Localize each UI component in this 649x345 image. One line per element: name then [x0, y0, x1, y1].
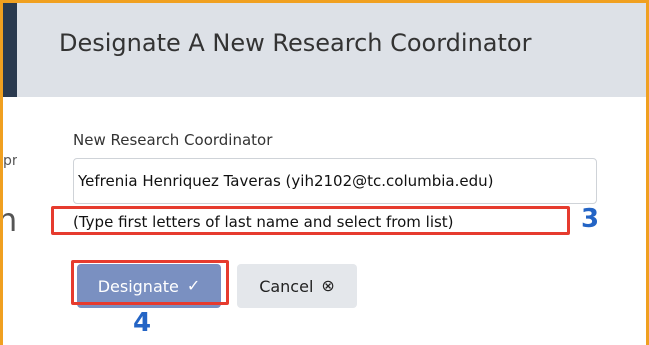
cancel-button[interactable]: Cancel ⊗ [237, 264, 357, 308]
designate-coordinator-modal: Designate A New Research Coordinator New… [17, 3, 646, 345]
coordinator-search-input[interactable] [73, 158, 597, 204]
annotation-step-4: 4 [133, 308, 152, 338]
circle-x-icon: ⊗ [321, 276, 335, 295]
cancel-button-label: Cancel [259, 276, 314, 296]
annotation-highlight-hint [51, 206, 570, 235]
background-partial-heading: na [3, 201, 17, 239]
modal-title: Designate A New Research Coordinator [59, 29, 532, 57]
background-partial-text: pr [3, 153, 17, 169]
designate-button[interactable]: Designate ✓ [77, 264, 221, 308]
screenshot-frame: pr na Designate A New Research Coordinat… [0, 0, 649, 345]
coordinator-field-label: New Research Coordinator [73, 131, 273, 149]
annotation-step-3: 3 [581, 204, 600, 234]
background-nav-bar [3, 3, 17, 97]
modal-header: Designate A New Research Coordinator [17, 3, 646, 97]
checkmark-icon: ✓ [186, 276, 201, 295]
designate-button-label: Designate [97, 276, 179, 296]
background-page: pr na [3, 3, 17, 345]
